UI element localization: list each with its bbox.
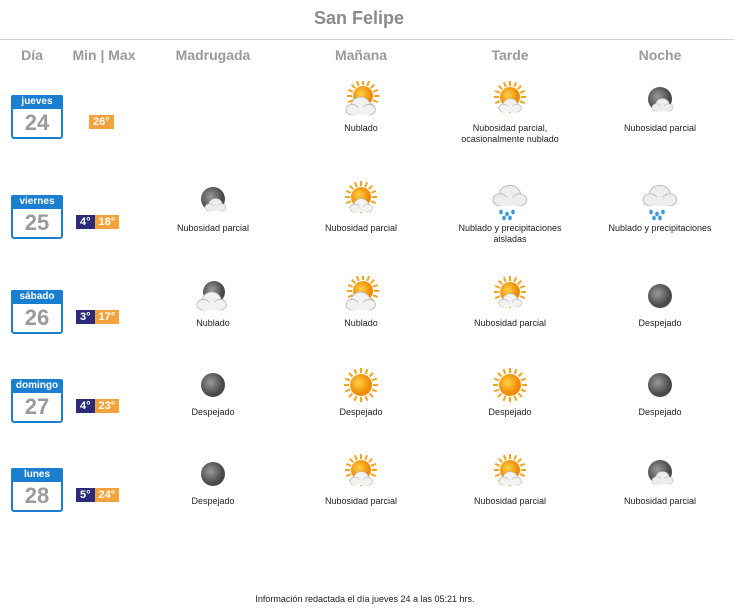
period-description: Despejado: [488, 407, 532, 417]
calendar-weekday: lunes: [11, 468, 63, 482]
header-minmax: Min | Max: [72, 47, 136, 63]
period-cell: Nubosidad parcial: [585, 81, 735, 134]
period-description: Nubosidad parcial: [324, 223, 398, 233]
partly-cloudy-sun-icon: [494, 81, 526, 113]
temperature-range: 26°: [89, 115, 114, 129]
clear-moon-icon: [648, 284, 672, 308]
calendar-weekday: domingo: [11, 379, 63, 393]
clear-moon-icon: [648, 373, 672, 397]
calendar-badge: lunes 28: [11, 468, 63, 512]
period-cell: Despejado: [138, 365, 288, 418]
forecast-row: lunes 28 5° 24° Despejado Nubosidad parci…: [0, 454, 738, 558]
temp-min-badge: 5°: [76, 488, 95, 502]
period-description: Nubosidad parcial: [176, 223, 250, 233]
cloudy-sun-icon: [345, 81, 379, 116]
period-cell: Despejado: [138, 454, 288, 507]
calendar-day: 24: [24, 110, 50, 135]
calendar-day: 27: [24, 394, 50, 419]
period-description: Nubosidad parcial: [324, 496, 398, 506]
period-cell: Nublado: [286, 81, 436, 134]
partly-cloudy-sun-icon: [494, 276, 526, 308]
calendar-badge: domingo 27: [11, 379, 63, 423]
calendar-badge: sábado 26: [11, 290, 63, 334]
temp-max-badge: 26°: [89, 115, 114, 129]
temp-max-badge: 17°: [94, 310, 120, 324]
period-description: Despejado: [191, 407, 235, 417]
sun-icon: [344, 368, 378, 402]
temperature-range: 4° 23°: [76, 399, 120, 413]
header-madrugada: Madrugada: [175, 47, 251, 63]
period-description: Nubosidad parcial: [473, 496, 547, 506]
temp-max-badge: 18°: [94, 215, 120, 229]
period-description: Nublado: [196, 318, 230, 328]
calendar-day: 28: [24, 483, 50, 508]
period-description: Despejado: [638, 318, 682, 328]
forecast-row: viernes 25 4° 18° Nubosidad parcial Nubos…: [0, 181, 738, 285]
partly-cloudy-sun-icon: [345, 454, 377, 486]
period-cell: Nubosidad parcial: [435, 276, 585, 329]
temp-max-badge: 24°: [94, 488, 120, 502]
period-cell: Nublado y precipitaciones: [585, 181, 735, 234]
period-description: Nubosidad parcial: [623, 496, 697, 506]
cloudy-moon-icon: [196, 281, 227, 311]
calendar-weekday: sábado: [11, 290, 63, 304]
forecast-row: jueves 24 26° Nublado Nubosidad parcial,…: [0, 81, 738, 185]
period-description: Nubosidad parcial: [623, 123, 697, 133]
period-cell: Despejado: [435, 365, 585, 418]
period-cell: Nublado: [286, 276, 436, 329]
temp-min-badge: 3°: [76, 310, 95, 324]
period-cell: Nublado y precipitaciones aisladas: [435, 181, 585, 245]
cloudy-sun-icon: [345, 276, 379, 311]
period-description: Nubosidad parcial: [473, 318, 547, 328]
period-description: Nubosidad parcial, ocasionalmente nublado: [461, 123, 559, 144]
clear-moon-icon: [201, 373, 225, 397]
title-divider: [0, 39, 734, 40]
partly-cloudy-sun-icon: [494, 454, 526, 486]
period-description: Nublado: [344, 123, 378, 133]
period-cell: Nubosidad parcial: [435, 454, 585, 507]
partly-cloudy-moon-icon: [201, 187, 227, 212]
partly-cloudy-moon-icon: [648, 87, 674, 112]
rain-cloud-icon: [642, 184, 678, 221]
temperature-range: 3° 17°: [76, 310, 120, 324]
header-noche: Noche: [638, 47, 682, 63]
period-description: Nublado: [344, 318, 378, 328]
calendar-weekday: viernes: [11, 195, 63, 209]
period-description: Nublado y precipitaciones: [608, 223, 712, 233]
partly-cloudy-moon-icon: [648, 460, 674, 485]
period-cell: Despejado: [585, 276, 735, 329]
period-description: Despejado: [191, 496, 235, 506]
calendar-weekday: jueves: [11, 95, 63, 109]
period-cell: Nubosidad parcial: [585, 454, 735, 507]
period-cell: Nubosidad parcial: [286, 181, 436, 234]
calendar-badge: viernes 25: [11, 195, 63, 239]
header-day: Día: [21, 47, 43, 63]
calendar-day: 25: [24, 210, 50, 235]
partly-cloudy-sun-icon: [345, 181, 377, 213]
period-description: Despejado: [339, 407, 383, 417]
sun-icon: [493, 368, 527, 402]
period-cell: Despejado: [286, 365, 436, 418]
page-title: San Felipe: [313, 8, 405, 28]
header-manana: Mañana: [334, 47, 388, 63]
period-cell: Despejado: [585, 365, 735, 418]
temp-max-badge: 23°: [94, 399, 120, 413]
footer-note: Información redactada el día jueves 24 a…: [255, 594, 475, 604]
period-cell: Nublado: [138, 276, 288, 329]
calendar-badge: jueves 24: [11, 95, 63, 139]
temperature-range: 4° 18°: [76, 215, 120, 229]
calendar-day: 26: [24, 305, 50, 330]
temp-min-badge: 4°: [76, 215, 95, 229]
period-cell: Nubosidad parcial, ocasionalmente nublado: [435, 81, 585, 145]
temperature-range: 5° 24°: [76, 488, 120, 502]
period-description: Nublado y precipitaciones aisladas: [458, 223, 562, 244]
temp-min-badge: 4°: [76, 399, 95, 413]
clear-moon-icon: [201, 462, 225, 486]
rain-cloud-icon: [492, 184, 528, 221]
period-cell: Nubosidad parcial: [138, 181, 288, 234]
period-cell: Nubosidad parcial: [286, 454, 436, 507]
header-tarde: Tarde: [491, 47, 529, 63]
period-description: Despejado: [638, 407, 682, 417]
